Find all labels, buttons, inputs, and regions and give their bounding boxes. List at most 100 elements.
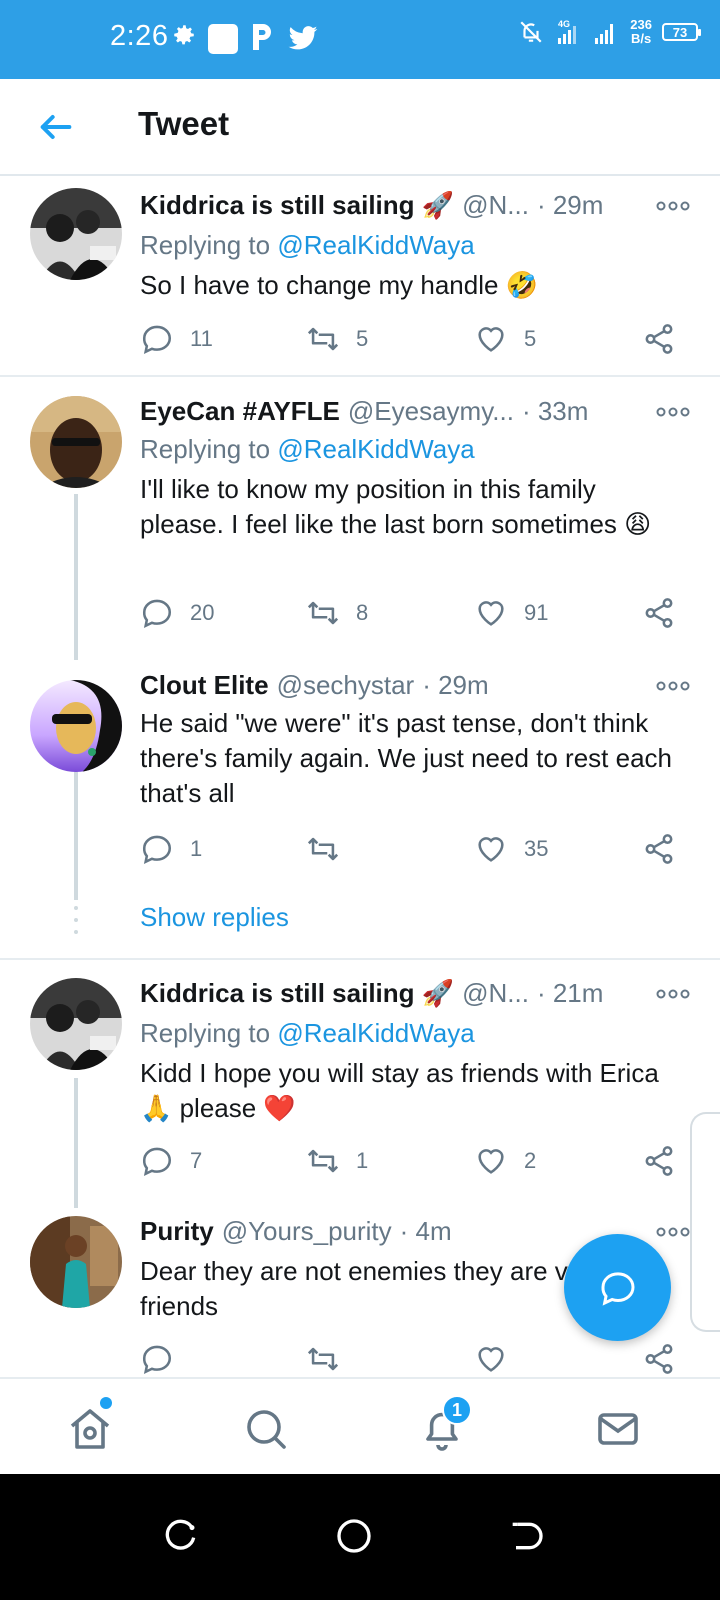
show-replies-link[interactable]: Show replies: [140, 902, 289, 933]
reply-bubble-icon: [601, 1271, 635, 1306]
retweet-button[interactable]: [306, 1342, 356, 1376]
retweet-button[interactable]: 8: [306, 596, 368, 630]
tweet-item[interactable]: Kiddrica is still sailing 🚀 @N... · 21m …: [0, 966, 720, 1206]
share-button[interactable]: [642, 832, 676, 866]
signal-bars-icon: [595, 24, 614, 44]
user-handle[interactable]: @N...: [462, 190, 529, 221]
display-name[interactable]: EyeCan #AYFLE: [140, 396, 340, 427]
heart-icon: [478, 327, 504, 352]
reply-icon: [142, 1147, 172, 1176]
like-count: 35: [524, 836, 549, 861]
avatar[interactable]: [30, 396, 122, 488]
like-count: 2: [524, 1148, 537, 1173]
reply-button[interactable]: 1: [140, 832, 202, 866]
back-icon[interactable]: [506, 1516, 546, 1556]
tweet-text: Kidd I hope you will stay as friends wit…: [140, 1058, 659, 1123]
svg-text:4G: 4G: [558, 19, 570, 29]
tweet-item[interactable]: Kiddrica is still sailing 🚀 @N... · 29m …: [0, 176, 720, 376]
network-speed-value: 236: [630, 17, 652, 32]
tweet-text: I'll like to know my position in this fa…: [140, 474, 652, 539]
tweet-actions: 1 35: [140, 832, 690, 868]
notification-badge: 1: [442, 1395, 472, 1425]
like-button[interactable]: [474, 1342, 524, 1376]
share-button[interactable]: [642, 1144, 676, 1178]
status-bar: 2:26 4G 236 B/s 73: [0, 0, 720, 79]
avatar[interactable]: [30, 1216, 122, 1308]
mention-link[interactable]: @RealKiddWaya: [277, 230, 474, 260]
more-options-icon[interactable]: [656, 406, 690, 418]
tweet-text: He said "we were" it's past tense, don't…: [140, 708, 672, 808]
reply-button[interactable]: 11: [140, 322, 213, 356]
retweet-button[interactable]: 1: [306, 1144, 368, 1178]
retweet-count: 5: [356, 326, 369, 351]
mail-icon[interactable]: [594, 1405, 642, 1453]
tweet-text: So I have to change my handle 🤣: [140, 270, 539, 300]
home-icon[interactable]: [66, 1405, 114, 1453]
gear-icon: [174, 25, 194, 45]
back-arrow-icon[interactable]: [36, 107, 76, 147]
like-count: 5: [524, 326, 537, 351]
divider: [0, 958, 720, 960]
reply-button[interactable]: 7: [140, 1144, 202, 1178]
avatar[interactable]: [30, 978, 122, 1070]
page-title: Tweet: [138, 105, 230, 142]
user-handle[interactable]: @N...: [462, 978, 529, 1009]
scroll-handle[interactable]: [690, 1112, 720, 1332]
retweet-button[interactable]: [306, 832, 356, 866]
display-name[interactable]: Purity: [140, 1216, 214, 1247]
share-icon: [645, 1344, 673, 1374]
like-button[interactable]: 2: [474, 1144, 536, 1178]
thread-ellipsis-icon: [74, 906, 78, 934]
retweet-icon: [307, 837, 339, 861]
reply-icon: [142, 1345, 172, 1374]
twitter-bird-icon: [288, 26, 318, 50]
compose-reply-button[interactable]: [564, 1234, 671, 1341]
replying-to-label: Replying to: [140, 434, 271, 464]
user-handle[interactable]: @sechystar: [277, 670, 415, 701]
battery-level: 73: [672, 24, 688, 40]
tweet-item[interactable]: EyeCan #AYFLE @Eyesaymy... · 33m Replyin…: [0, 382, 720, 662]
mention-link[interactable]: @RealKiddWaya: [277, 1018, 474, 1048]
tweet-actions: 20 8 91: [140, 596, 690, 632]
more-options-icon[interactable]: [656, 988, 690, 1000]
divider: [0, 375, 720, 377]
mention-link[interactable]: @RealKiddWaya: [277, 434, 474, 464]
heart-icon: [478, 601, 504, 626]
recent-apps-icon[interactable]: [162, 1516, 202, 1556]
tweet-header: Kiddrica is still sailing 🚀 @N... · 29m: [140, 190, 603, 221]
like-button[interactable]: 35: [474, 832, 548, 866]
tweet-time: · 4m: [399, 1216, 452, 1246]
more-options-icon[interactable]: [656, 680, 690, 692]
tweet-time: · 29m: [536, 190, 604, 220]
replying-to: Replying to @RealKiddWaya: [140, 1018, 475, 1049]
home-circle-icon[interactable]: [334, 1516, 374, 1556]
replying-to-label: Replying to: [140, 230, 271, 260]
reply-button[interactable]: 20: [140, 596, 214, 630]
tweet-item[interactable]: Clout Elite @sechystar · 29m He said "we…: [0, 670, 720, 890]
user-handle[interactable]: @Eyesaymy...: [348, 396, 514, 427]
retweet-button[interactable]: 5: [306, 322, 368, 356]
more-options-icon[interactable]: [656, 200, 690, 212]
reply-count: 20: [190, 600, 215, 625]
like-button[interactable]: 5: [474, 322, 536, 356]
like-count: 91: [524, 600, 549, 625]
reply-button[interactable]: [140, 1342, 190, 1376]
share-button[interactable]: [642, 596, 676, 630]
replying-to: Replying to @RealKiddWaya: [140, 434, 475, 465]
replying-to: Replying to @RealKiddWaya: [140, 230, 475, 261]
heart-icon: [478, 1347, 504, 1372]
search-icon[interactable]: [242, 1405, 290, 1453]
avatar[interactable]: [30, 680, 122, 772]
user-handle[interactable]: @Yours_purity: [222, 1216, 392, 1247]
share-icon: [645, 324, 673, 354]
share-button[interactable]: [642, 322, 676, 356]
avatar[interactable]: [30, 188, 122, 280]
app-header: Tweet: [0, 79, 720, 176]
battery-indicator: 73: [662, 23, 701, 41]
display-name[interactable]: Kiddrica is still sailing 🚀: [140, 190, 454, 221]
like-button[interactable]: 91: [474, 596, 548, 630]
display-name[interactable]: Kiddrica is still sailing 🚀: [140, 978, 454, 1009]
more-options-icon[interactable]: [656, 1226, 690, 1238]
display-name[interactable]: Clout Elite: [140, 670, 269, 701]
share-button[interactable]: [642, 1342, 676, 1376]
